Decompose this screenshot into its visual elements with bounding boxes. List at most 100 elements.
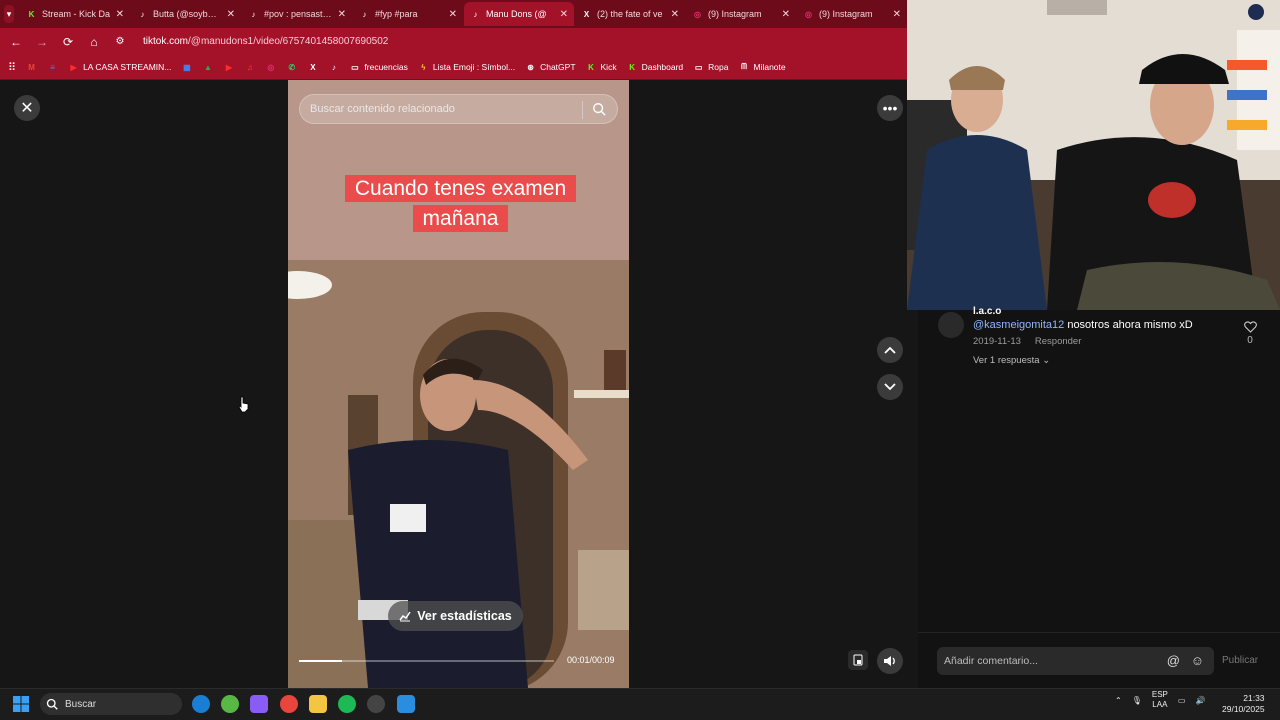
bookmark-7[interactable]: ◎ — [265, 62, 276, 73]
bookmark-14[interactable]: K Kick — [586, 62, 616, 73]
tab-search-button[interactable]: ▾ — [4, 5, 14, 23]
bookmark-1[interactable]: ≡ — [47, 62, 58, 73]
url-field[interactable]: tiktok.com/@manudons1/video/675740145800… — [143, 36, 388, 47]
close-tab-icon[interactable]: ✕ — [449, 9, 457, 20]
bookmark-12[interactable]: ϟ Lista Emoji : Símbol... — [418, 62, 515, 73]
comment-mention[interactable]: @kasmeigomita12 — [973, 319, 1064, 331]
more-options-button[interactable]: ••• — [877, 95, 903, 121]
video-progress-bar[interactable] — [299, 660, 554, 662]
tab-7[interactable]: ◎ (9) Instagram ✕ — [797, 2, 907, 26]
mention-icon[interactable]: @ — [1167, 653, 1180, 668]
bookmark-6[interactable]: ♫ — [244, 62, 255, 73]
tab-2[interactable]: ♪ #pov : pensaste q ✕ — [242, 2, 352, 26]
search-icon[interactable] — [592, 102, 606, 116]
microphone-icon[interactable]: 🎙 — [1132, 696, 1142, 705]
tiktok-icon: ♪ — [473, 9, 478, 19]
apps-icon[interactable]: ⠿ — [8, 61, 16, 74]
back-icon[interactable]: ← — [9, 35, 23, 49]
bookmark-8[interactable]: ✆ — [286, 62, 297, 73]
close-tab-icon[interactable]: ✕ — [671, 9, 679, 20]
view-stats-button[interactable]: Ver estadísticas — [388, 601, 523, 631]
bookmark-16[interactable]: ▭ Ropa — [693, 62, 729, 73]
next-video-button[interactable] — [877, 374, 903, 400]
bookmark-15[interactable]: K Dashboard — [627, 62, 683, 73]
bookmark-label: LA CASA STREAMIN... — [83, 62, 172, 72]
view-replies-button[interactable]: Ver 1 respuesta ⌄ — [973, 355, 1050, 366]
instagram-icon: ◎ — [694, 9, 701, 19]
bookmark-13[interactable]: ⊛ ChatGPT — [525, 62, 575, 73]
tab-5[interactable]: X (2) the fate of ve ✕ — [575, 2, 685, 26]
cast-button[interactable] — [848, 650, 868, 670]
clock[interactable]: 21:33 29/10/2025 — [1222, 693, 1265, 715]
youtube-icon: ▶ — [70, 62, 77, 72]
comment-date: 2019-11-13 — [973, 336, 1021, 347]
bookmark-9[interactable]: X — [307, 62, 318, 73]
emoji-icon[interactable]: ☺ — [1191, 653, 1204, 668]
whatsapp-icon[interactable] — [221, 695, 239, 713]
bookmark-0[interactable]: M — [26, 62, 37, 73]
chevron-down-icon: ⌄ — [1042, 355, 1051, 366]
volume-icon[interactable]: 🔊 — [1195, 696, 1205, 705]
progress-fill — [299, 660, 343, 662]
copilot-icon[interactable] — [250, 695, 268, 713]
tab-1[interactable]: ♪ Butta (@soybutta ✕ — [131, 2, 241, 26]
reply-button[interactable]: Responder — [1035, 336, 1081, 347]
drive-icon: ▲ — [203, 62, 212, 72]
tab-title: Butta (@soybutta — [153, 9, 222, 19]
close-tab-icon[interactable]: ✕ — [782, 9, 790, 20]
close-tab-icon[interactable]: ✕ — [116, 9, 124, 20]
close-tab-icon[interactable]: ✕ — [893, 9, 901, 20]
bookmark-3[interactable]: ▦ — [181, 62, 192, 73]
related-search-input[interactable]: Buscar contenido relacionado — [299, 94, 618, 124]
taskbar-search[interactable]: Buscar — [40, 693, 182, 715]
tab-4[interactable]: ♪ Manu Dons (@ ✕ — [464, 2, 574, 26]
bookmark-10[interactable]: ♪ — [328, 62, 339, 73]
hand-cursor-icon — [238, 396, 249, 413]
home-icon[interactable]: ⌂ — [87, 35, 101, 49]
taskbar-search-label: Buscar — [65, 698, 97, 710]
tab-3[interactable]: ♪ #fyp #para ✕ — [353, 2, 463, 26]
bookmark-2[interactable]: ▶ LA CASA STREAMIN... — [68, 62, 171, 73]
lang-top: ESP — [1151, 690, 1168, 699]
bookmarks-bar: ⠿ M ≡ ▶ LA CASA STREAMIN... ▦ ▲ ▶ ♫ ◎ ✆ X ♪ ▭ frecuen… — [0, 55, 907, 80]
edge-icon[interactable] — [192, 695, 210, 713]
language-indicator[interactable]: ESP LAA — [1152, 690, 1168, 710]
url-path: /@manudons1/video/6757401458007690502 — [188, 36, 389, 47]
network-icon[interactable]: ▭ — [1178, 696, 1186, 705]
forward-icon[interactable]: → — [35, 35, 49, 49]
video-caption: Cuando tenes examen mañana — [334, 174, 587, 234]
site-info-icon[interactable]: ⚙ — [113, 36, 127, 47]
calendar-icon: ▦ — [183, 62, 191, 72]
volume-button[interactable] — [877, 648, 903, 674]
comment-input[interactable]: Añadir comentario... @ ☺ — [937, 647, 1214, 675]
close-tab-icon[interactable]: ✕ — [560, 9, 568, 20]
file-explorer-icon[interactable] — [309, 695, 327, 713]
chrome-icon[interactable] — [280, 695, 298, 713]
milanote-icon: ᗰ — [741, 62, 747, 71]
comment-meta: 2019-11-13 Responder — [973, 336, 1081, 347]
close-tab-icon[interactable]: ✕ — [338, 9, 346, 20]
comment-author[interactable]: l.a.c.o — [973, 306, 1001, 317]
previous-video-button[interactable] — [877, 337, 903, 363]
obs-icon[interactable] — [367, 695, 385, 713]
publish-button[interactable]: Publicar — [1222, 655, 1258, 666]
caption-line-1: Cuando tenes examen — [344, 175, 577, 202]
close-tab-icon[interactable]: ✕ — [227, 9, 235, 20]
windows-start-icon[interactable] — [12, 695, 30, 713]
tab-6[interactable]: ◎ (9) Instagram ✕ — [686, 2, 796, 26]
bookmark-17[interactable]: ᗰ Milanote — [739, 62, 786, 73]
app-icon[interactable] — [397, 695, 415, 713]
chevron-up-icon[interactable]: ⌃ — [1115, 696, 1122, 705]
spotify-icon[interactable] — [338, 695, 356, 713]
tab-0[interactable]: K Stream - Kick Da ✕ — [20, 2, 130, 26]
bookmark-5[interactable]: ▶ — [223, 62, 234, 73]
close-button[interactable]: ✕ — [14, 95, 40, 121]
bolt-icon: ϟ — [421, 62, 426, 72]
search-placeholder: Buscar contenido relacionado — [310, 103, 455, 115]
bookmark-11[interactable]: ▭ frecuencias — [349, 62, 408, 73]
video-player[interactable] — [288, 80, 629, 688]
commenter-avatar[interactable] — [938, 312, 964, 338]
reload-icon[interactable]: ⟳ — [61, 35, 75, 49]
url-host: tiktok.com — [143, 36, 189, 47]
bookmark-4[interactable]: ▲ — [202, 62, 213, 73]
